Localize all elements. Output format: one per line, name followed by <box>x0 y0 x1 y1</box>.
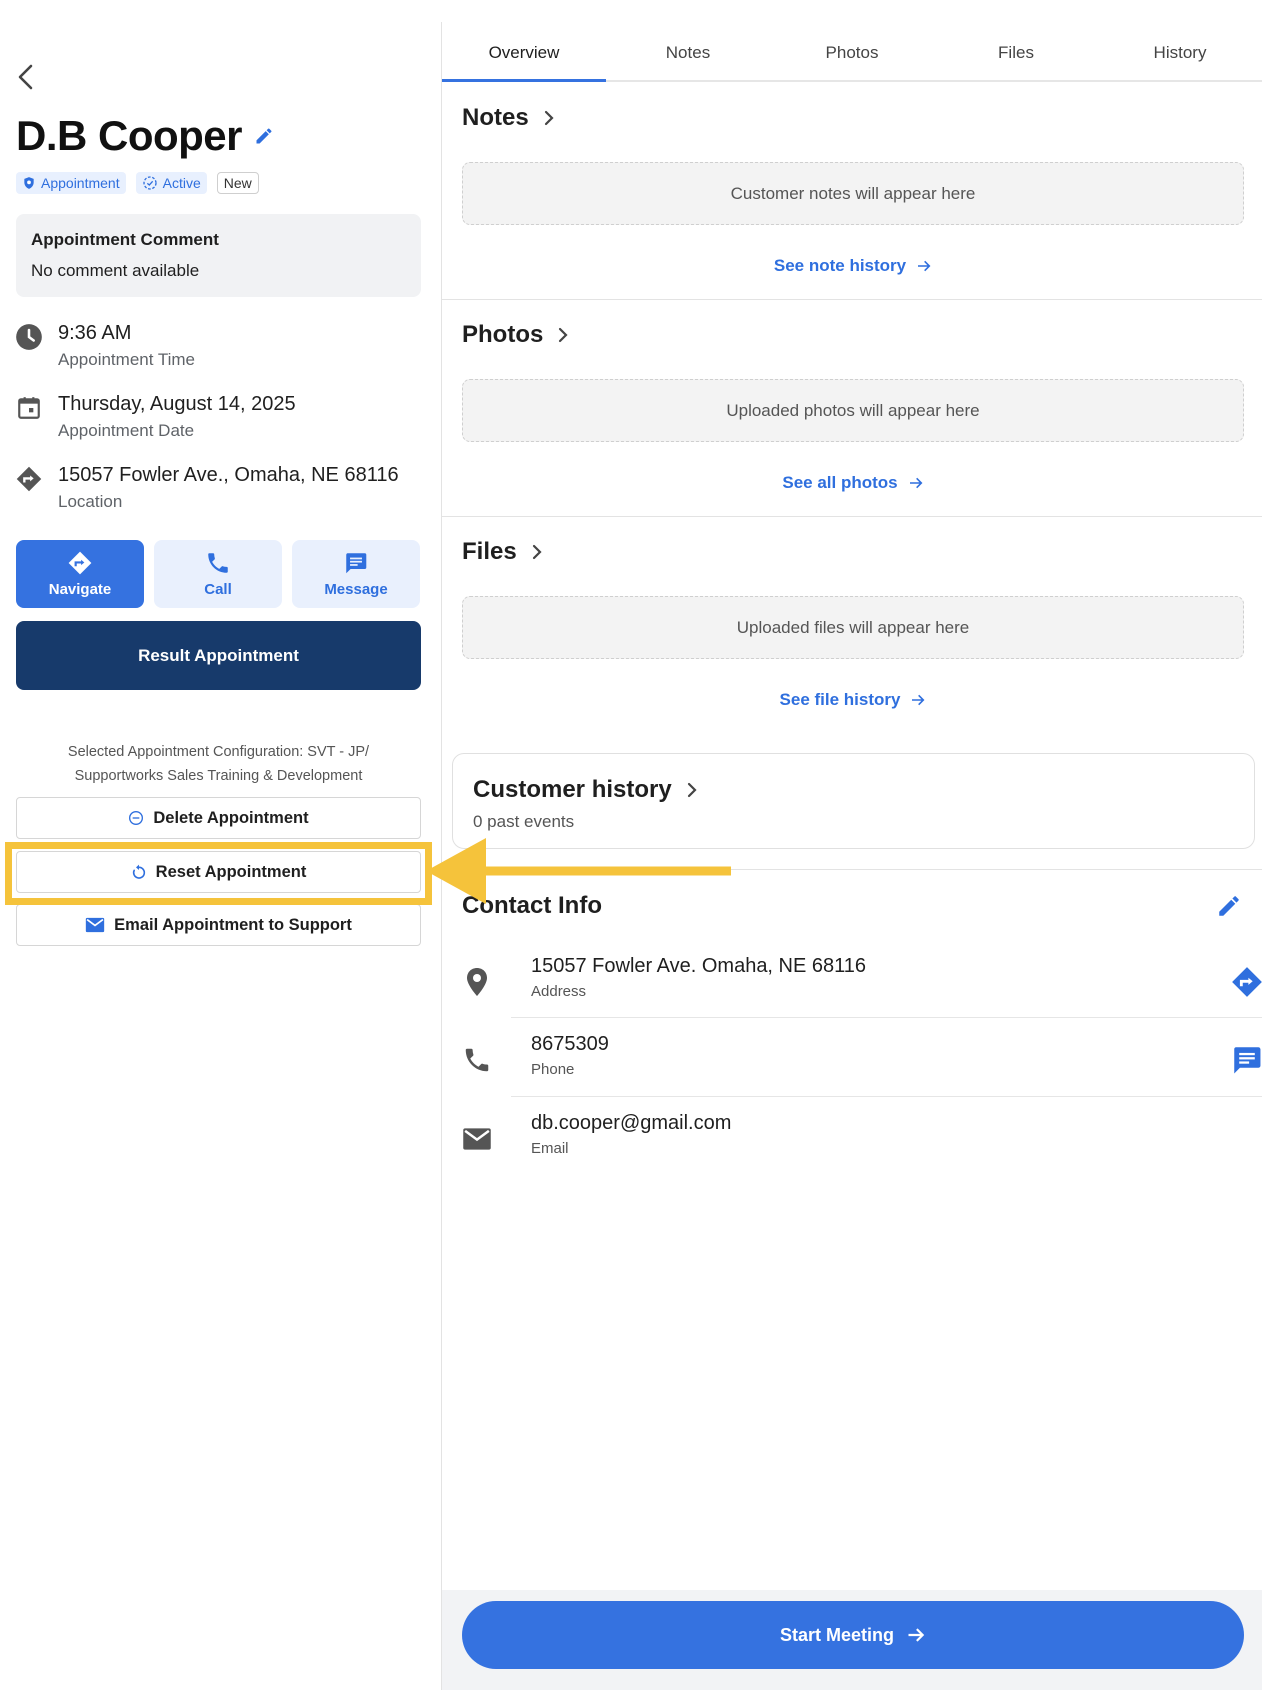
start-meeting-button[interactable]: Start Meeting <box>462 1601 1244 1669</box>
appointment-side-panel: D.B Cooper Appointment Active New Appoin… <box>0 0 441 1690</box>
message-icon <box>346 553 367 574</box>
contact-phone-label: Phone <box>531 1061 575 1078</box>
email-icon <box>85 917 105 933</box>
edit-contact-pencil-icon[interactable] <box>1216 893 1242 924</box>
contact-address: 15057 Fowler Ave. Omaha, NE 68116 <box>531 955 867 977</box>
appointment-date: Thursday, August 14, 2025 <box>58 393 296 415</box>
section-divider <box>442 869 1262 870</box>
photos-placeholder: Uploaded photos will appear here <box>462 379 1244 442</box>
delete-appointment-button[interactable]: Delete Appointment <box>16 797 421 839</box>
back-chevron-icon[interactable] <box>14 62 38 92</box>
tab-history[interactable]: History <box>1098 22 1262 80</box>
chevron-right-icon <box>544 110 554 126</box>
contact-phone: 8675309 <box>531 1033 609 1055</box>
contact-email-label: Email <box>531 1140 569 1157</box>
files-placeholder: Uploaded files will appear here <box>462 596 1244 659</box>
edit-name-pencil-icon[interactable] <box>254 126 274 151</box>
selected-configuration-text: Selected Appointment Configuration: SVT … <box>67 744 370 784</box>
arrow-right-icon <box>918 260 931 272</box>
appointment-date-row: Thursday, August 14, 2025 Appointment Da… <box>14 393 296 441</box>
message-button[interactable]: Message <box>292 540 420 608</box>
notes-placeholder: Customer notes will appear here <box>462 162 1244 225</box>
chevron-right-icon <box>687 782 697 798</box>
comment-text: No comment available <box>31 261 200 280</box>
location-pin-icon <box>462 967 492 997</box>
appointment-time-label: Appointment Time <box>58 350 196 369</box>
contact-address-label: Address <box>531 983 587 1000</box>
tab-photos[interactable]: Photos <box>770 22 934 80</box>
contact-email: db.cooper@gmail.com <box>531 1112 732 1134</box>
appointment-location-label: Location <box>58 492 123 511</box>
directions-icon <box>14 464 44 494</box>
appointment-badge-icon <box>24 177 34 189</box>
calendar-icon <box>14 393 44 423</box>
phone-icon <box>462 1045 492 1075</box>
appointment-time: 9:36 AM <box>58 322 132 344</box>
arrow-right-icon <box>908 1628 925 1642</box>
email-appointment-to-support-button[interactable]: Email Appointment to Support <box>16 904 421 946</box>
see-file-history-link[interactable]: See file history <box>462 690 1244 710</box>
see-note-history-link[interactable]: See note history <box>462 256 1244 276</box>
tab-bar: Overview Notes Photos Files History <box>442 22 1262 82</box>
minus-circle-icon <box>129 811 144 825</box>
section-divider <box>442 299 1262 300</box>
files-section-header[interactable]: Files <box>462 538 543 566</box>
row-divider <box>511 1017 1262 1018</box>
status-badge: Active <box>135 172 207 194</box>
contact-info-title: Contact Info <box>462 892 602 919</box>
past-events-count: 0 past events <box>473 812 575 831</box>
customer-name: D.B Cooper <box>16 112 243 159</box>
navigate-button[interactable]: Navigate <box>16 540 144 608</box>
appointment-comment-box: Appointment Comment No comment available <box>16 214 421 297</box>
section-divider <box>442 516 1262 517</box>
photos-section-header[interactable]: Photos <box>462 321 569 349</box>
result-appointment-button[interactable]: Result Appointment <box>16 621 421 690</box>
tab-notes[interactable]: Notes <box>606 22 770 80</box>
appointment-type-badge: Appointment <box>16 172 126 194</box>
chevron-right-icon <box>532 544 542 560</box>
appointment-time-row: 9:36 AM Appointment Time <box>14 322 195 370</box>
email-icon <box>462 1124 492 1154</box>
arrow-right-icon <box>912 694 925 706</box>
directions-icon[interactable] <box>1230 965 1262 1004</box>
customer-history-title: Customer history <box>473 776 698 804</box>
customer-history-card[interactable]: Customer history 0 past events <box>452 753 1255 849</box>
notes-section-header[interactable]: Notes <box>462 104 555 132</box>
navigate-icon <box>68 551 92 575</box>
tab-files[interactable]: Files <box>934 22 1098 80</box>
appointment-location: 15057 Fowler Ave., Omaha, NE 68116 <box>58 464 399 486</box>
phone-icon <box>208 553 228 573</box>
call-button[interactable]: Call <box>154 540 282 608</box>
see-all-photos-link[interactable]: See all photos <box>462 473 1244 493</box>
appointment-location-row: 15057 Fowler Ave., Omaha, NE 68116 Locat… <box>14 464 399 512</box>
customer-details-panel: Overview Notes Photos Files History Note… <box>442 0 1262 1690</box>
message-icon[interactable] <box>1230 1043 1262 1082</box>
arrow-right-icon <box>909 477 923 489</box>
new-badge: New <box>216 172 259 194</box>
row-divider <box>511 1096 1262 1097</box>
check-circle-dashed-icon <box>142 176 157 190</box>
chevron-right-icon <box>559 327 568 343</box>
highlight-box <box>5 842 432 905</box>
comment-title: Appointment Comment <box>31 230 219 249</box>
clock-icon <box>14 322 44 352</box>
appointment-date-label: Appointment Date <box>58 421 195 440</box>
tab-overview[interactable]: Overview <box>442 22 606 82</box>
